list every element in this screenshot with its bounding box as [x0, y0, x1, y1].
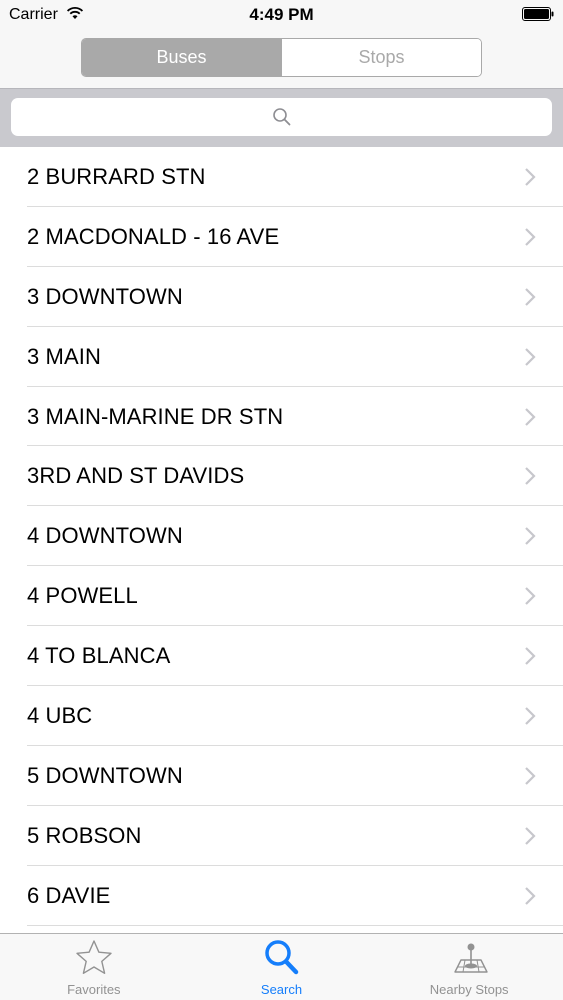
chevron-right-icon: [525, 228, 536, 246]
list-item[interactable]: 3 MAIN-MARINE DR STN: [0, 387, 563, 447]
chevron-right-icon: [525, 467, 536, 486]
list-item[interactable]: 6 DAVIE: [0, 866, 563, 926]
list-item[interactable]: 3RD AND ST DAVIDS: [0, 446, 563, 507]
tab-search[interactable]: Search: [188, 934, 376, 1000]
list-item-label: 4 POWELL: [27, 583, 138, 609]
tab-favorites[interactable]: Favorites: [0, 934, 188, 1000]
tab-nearby-stops[interactable]: Nearby Stops: [375, 934, 563, 1000]
tab-label: Search: [260, 982, 303, 997]
list-item-label: 2 MACDONALD - 16 AVE: [27, 223, 280, 249]
search-icon: [272, 108, 290, 126]
list-item[interactable]: 4 DOWNTOWN: [0, 506, 563, 567]
segment-stops[interactable]: Stops: [281, 39, 481, 76]
list-item[interactable]: 3 DOWNTOWN: [0, 267, 563, 327]
segment-buses[interactable]: Buses: [82, 39, 281, 76]
chevron-right-icon: [525, 886, 536, 905]
list-item-label: 3 MAIN-MARINE DR STN: [27, 403, 284, 429]
list-item-label: 3 DOWNTOWN: [27, 283, 183, 309]
navigation-bar: Buses Stops: [0, 30, 563, 88]
list-item[interactable]: 2 BURRARD STN: [0, 147, 563, 207]
list-item-label: 2 BURRARD STN: [27, 163, 206, 189]
list-item-label: 4 TO BLANCA: [27, 643, 171, 669]
status-bar: Carrier 4:49 PM: [0, 0, 563, 30]
list-item[interactable]: 3 MAIN: [0, 327, 563, 387]
list-item-label: 3RD AND ST DAVIDS: [27, 463, 245, 489]
search-bar: [0, 88, 563, 147]
map-pin-icon: [454, 943, 488, 973]
chevron-right-icon: [525, 527, 536, 546]
list-item[interactable]: 4 UBC: [0, 686, 563, 746]
chevron-right-icon: [525, 407, 536, 426]
list-item[interactable]: 5 DOWNTOWN: [0, 746, 563, 806]
tab-label: Favorites: [67, 982, 121, 997]
list-item-label: 5 ROBSON: [27, 822, 142, 848]
chevron-right-icon: [525, 287, 536, 306]
list-item[interactable]: 4 POWELL: [0, 566, 563, 627]
list-item-label: 5 DOWNTOWN: [27, 762, 183, 788]
segmented-control: Buses Stops: [81, 38, 482, 77]
list-item-label: 6 DAVIE: [27, 882, 111, 908]
battery-icon: [522, 7, 554, 21]
list-item[interactable]: 4 TO BLANCA: [0, 626, 563, 686]
status-time: 4:49 PM: [249, 5, 314, 24]
star-icon: [76, 940, 112, 974]
list-item[interactable]: 2 MACDONALD - 16 AVE: [0, 207, 563, 267]
magnifier-icon: [264, 940, 298, 975]
chevron-right-icon: [525, 767, 536, 785]
list-item[interactable]: 5 ROBSON: [0, 806, 563, 866]
list-item-label: 3 MAIN: [27, 343, 101, 369]
chevron-right-icon: [525, 587, 536, 605]
tab-bar: Favorites Search Nearby Stops: [0, 933, 563, 1000]
chevron-right-icon: [525, 168, 536, 186]
tab-label: Nearby Stops: [429, 982, 509, 997]
chevron-right-icon: [525, 826, 536, 845]
bus-list: 2 BURRARD STN 2 MACDONALD - 16 AVE 3 DOW…: [0, 147, 563, 933]
chevron-right-icon: [525, 347, 536, 366]
search-field-container[interactable]: [11, 98, 552, 136]
list-item-label: 4 UBC: [27, 702, 93, 728]
list-item-label: 4 DOWNTOWN: [27, 523, 183, 549]
chevron-right-icon: [525, 647, 536, 665]
chevron-right-icon: [525, 707, 536, 725]
